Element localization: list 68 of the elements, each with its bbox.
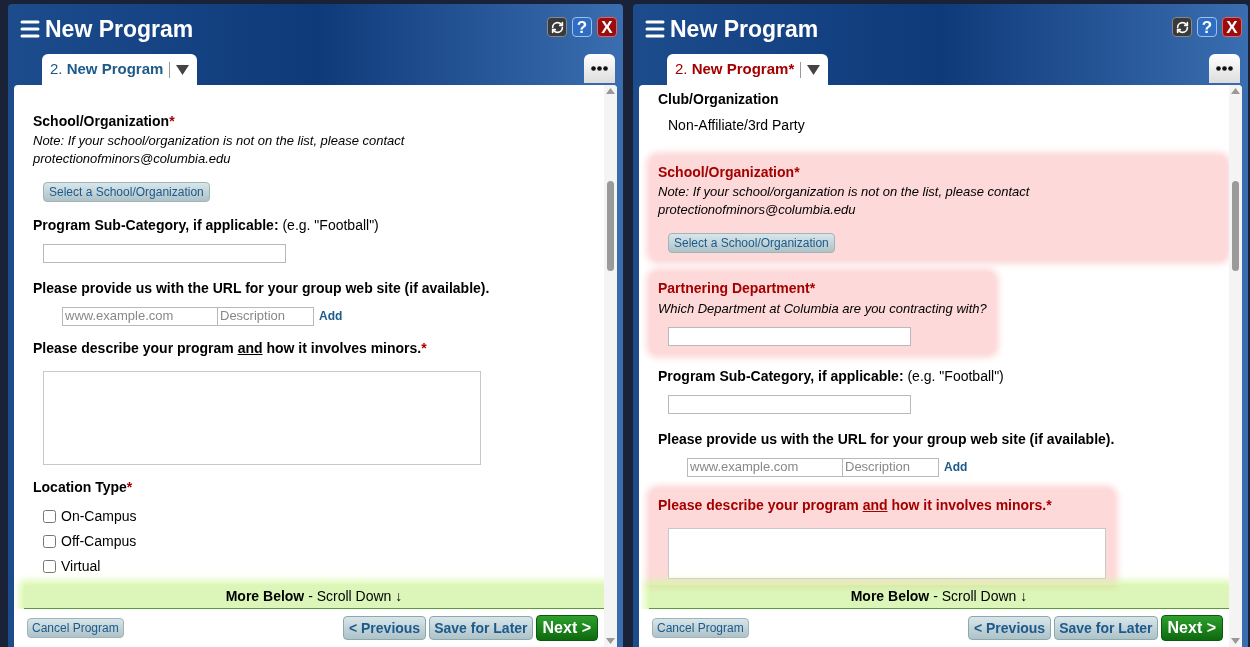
description-field[interactable]: Description — [843, 457, 939, 477]
more-options-button[interactable] — [584, 54, 615, 83]
add-link[interactable]: Add — [319, 307, 343, 325]
more-options-button[interactable] — [1209, 54, 1240, 83]
field-label: School/Organization* — [658, 163, 801, 182]
field-label: Please describe your program and how it involves minors.* — [33, 338, 428, 358]
scrollbar-thumb[interactable] — [607, 181, 614, 271]
ellipsis-icon — [1216, 66, 1233, 71]
checkbox-label: Off-Campus — [61, 531, 137, 551]
add-link[interactable]: Add — [944, 458, 968, 476]
text-field[interactable] — [668, 395, 911, 414]
save-for-later-button[interactable]: Save for Later — [429, 616, 533, 640]
url-field[interactable]: www.example.com — [687, 457, 843, 477]
more-below-banner: More Below - Scroll Down ↓ — [24, 585, 604, 609]
next-button[interactable]: Next > — [535, 615, 598, 641]
window-title: New Program — [670, 14, 819, 44]
text-field[interactable] — [668, 326, 911, 346]
more-below-banner: More Below - Scroll Down ↓ — [649, 585, 1229, 609]
field-label: Program Sub-Category, if applicable: (e.g. "Football") — [33, 216, 379, 235]
help-button[interactable]: ? — [1197, 17, 1217, 37]
scrollbar-thumb[interactable] — [1232, 181, 1239, 271]
field-label: School/Organization* — [33, 112, 176, 131]
caret-icon — [176, 64, 190, 75]
scrollbar[interactable] — [604, 85, 617, 647]
field-label: Please provide us with the URL for your group web site (if available). — [658, 429, 1115, 449]
checkbox[interactable] — [43, 559, 56, 573]
ellipsis-icon — [591, 66, 608, 71]
refresh-icon — [1175, 20, 1189, 34]
field-label: Please describe your program and how it involves minors.* — [658, 495, 1053, 515]
window-title: New Program — [45, 14, 194, 44]
previous-button[interactable]: < Previous — [342, 616, 427, 640]
step-tab[interactable]: 2. New Program* — [667, 54, 829, 85]
checkbox-label: On-Campus — [61, 506, 137, 526]
field-value: Non-Affiliate/3rd Party — [668, 116, 805, 135]
checkbox[interactable] — [43, 509, 56, 523]
field-label: Location Type* — [33, 477, 134, 497]
field-label: Program Sub-Category, if applicable: (e.g. "Football") — [658, 367, 1004, 386]
field-note: Which Department at Columbia are you contracting with? — [658, 300, 987, 318]
description-field[interactable]: Description — [218, 306, 314, 326]
close-button[interactable]: X — [597, 17, 617, 37]
cancel-program-button[interactable]: Cancel Program — [652, 618, 749, 638]
scroll-down-icon — [1231, 638, 1240, 644]
refresh-icon — [550, 20, 564, 34]
text-field[interactable] — [43, 244, 286, 263]
field-note: Note: If your school/organization is not on the list, please contact protectionofminors@columbia.edu — [33, 132, 406, 168]
select-organization-button[interactable]: Select a School/Organization — [43, 182, 210, 202]
step-tab[interactable]: 2. New Program — [42, 54, 198, 85]
field-label: Partnering Department* — [658, 279, 817, 298]
scrollbar[interactable] — [1229, 85, 1242, 647]
save-for-later-button[interactable]: Save for Later — [1054, 616, 1158, 640]
previous-button[interactable]: < Previous — [967, 616, 1052, 640]
close-button[interactable]: X — [1222, 17, 1242, 37]
cancel-program-button[interactable]: Cancel Program — [27, 618, 124, 638]
url-field[interactable]: www.example.com — [62, 306, 218, 326]
refresh-button[interactable] — [1172, 17, 1192, 37]
scroll-down-icon — [606, 638, 615, 644]
select-organization-button[interactable]: Select a School/Organization — [668, 233, 835, 253]
field-label: Club/Organization — [658, 90, 780, 109]
field-label: Please provide us with the URL for your group web site (if available). — [33, 278, 490, 298]
checkbox-label: Virtual — [61, 556, 101, 576]
help-button[interactable]: ? — [572, 17, 592, 37]
field-note: Note: If your school/organization is not on the list, please contact protectionofminors@columbia.edu — [658, 183, 1031, 219]
scroll-up-icon — [1231, 88, 1240, 94]
next-button[interactable]: Next > — [1160, 615, 1223, 641]
caret-icon — [807, 64, 821, 75]
refresh-button[interactable] — [547, 17, 567, 37]
scroll-up-icon — [606, 88, 615, 94]
checkbox[interactable] — [43, 534, 56, 548]
